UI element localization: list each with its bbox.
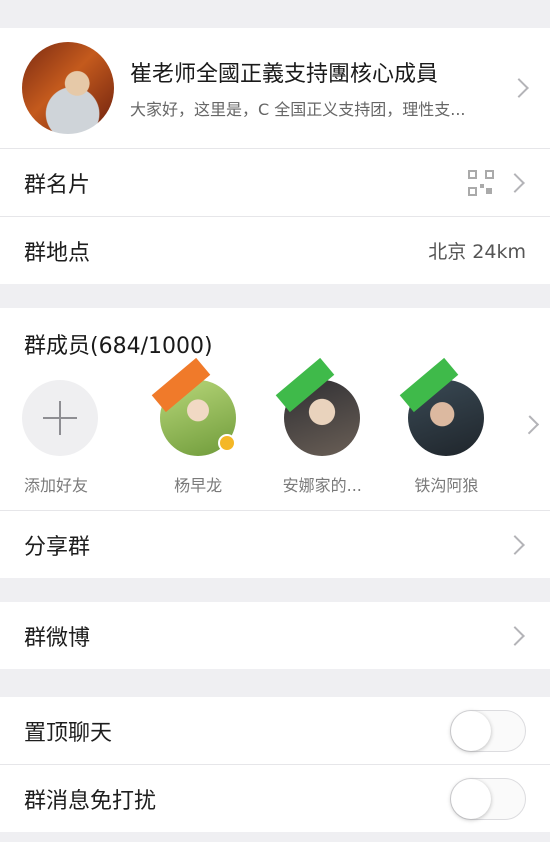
member-name: 安娜家的... [282, 476, 362, 495]
add-member-button[interactable] [22, 380, 98, 456]
member-add-friend[interactable]: 添加好友 [22, 380, 98, 496]
mute-label: 群消息免打扰 [24, 788, 157, 814]
member-name: 添加好友 [24, 476, 89, 495]
group-name: 崔老师全國正義支持團核心成員 [130, 62, 439, 87]
share-group-label: 分享群 [24, 534, 91, 560]
group-weibo-label: 群微博 [24, 625, 91, 651]
group-card-label: 群名片 [24, 172, 91, 198]
qr-code-icon [468, 169, 494, 196]
member-avatar [151, 357, 237, 456]
members-title[interactable]: 群成员(684/1000) [0, 308, 550, 380]
group-header-text: 崔老师全國正義支持團核心成員 大家好，这里是，C 全国正义支持团，理性支... [130, 56, 498, 120]
group-header[interactable]: 崔老师全國正義支持團核心成員 大家好，这里是，C 全国正义支持团，理性支... [0, 28, 550, 149]
pin-chat-label: 置顶聊天 [24, 720, 113, 746]
member-avatar [400, 357, 485, 456]
group-weibo-row[interactable]: 群微博 [0, 602, 550, 669]
weibo-section: 群微博 [0, 602, 550, 669]
chevron-right-icon[interactable] [519, 415, 539, 435]
group-location-value: 北京 24km [428, 241, 526, 263]
mute-toggle[interactable] [450, 777, 526, 820]
top-gap [0, 0, 550, 28]
member-item[interactable]: 杨早龙 [136, 357, 260, 496]
mute-row: 群消息免打扰 [0, 765, 550, 832]
section-gap [0, 284, 550, 308]
group-description: 大家好，这里是，C 全国正义支持团，理性支... [130, 100, 466, 119]
group-avatar [22, 42, 114, 134]
group-card-row[interactable]: 群名片 [0, 149, 550, 217]
member-item[interactable]: 安娜家的... [260, 357, 384, 496]
group-info-section: 崔老师全國正義支持團核心成員 大家好，这里是，C 全国正义支持团，理性支... … [0, 28, 550, 284]
pin-chat-toggle[interactable] [450, 709, 526, 752]
member-name: 杨早龙 [174, 476, 223, 495]
members-list: 添加好友 杨早龙 安娜家的... 铁沟阿狼 [0, 357, 550, 511]
toggle-knob [451, 778, 491, 819]
section-gap [0, 669, 550, 697]
chevron-right-icon [505, 625, 525, 646]
members-section: 群成员(684/1000) 添加好友 杨早龙 安娜家的... 铁沟阿狼 分享群 [0, 308, 550, 578]
section-gap [0, 578, 550, 602]
toggle-knob [451, 710, 491, 751]
chevron-right-icon [505, 172, 525, 193]
plus-icon [43, 401, 77, 435]
group-location-label: 群地点 [24, 240, 91, 266]
pin-chat-row: 置顶聊天 [0, 697, 550, 765]
settings-section: 置顶聊天 群消息免打扰 [0, 697, 550, 832]
chevron-right-icon [509, 78, 529, 98]
chevron-right-icon [505, 534, 525, 555]
share-group-row[interactable]: 分享群 [0, 511, 550, 578]
member-item[interactable]: 铁沟阿狼 [384, 357, 508, 496]
member-name: 铁沟阿狼 [414, 476, 479, 495]
crown-icon [218, 434, 237, 452]
group-location-row[interactable]: 群地点 北京 24km [0, 217, 550, 284]
member-avatar [275, 357, 361, 456]
